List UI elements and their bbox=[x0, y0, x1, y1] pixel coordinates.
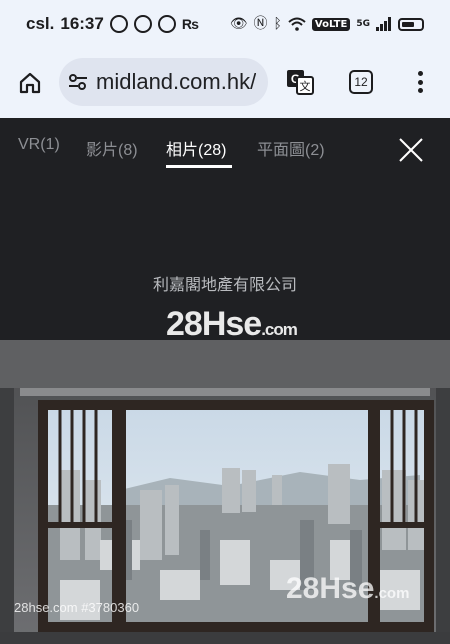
watermark-logo-secondary-suffix: .com bbox=[374, 585, 410, 602]
watermark-logo-main: 28Hse bbox=[166, 305, 262, 343]
url-text: midland.com.hk/ bbox=[96, 69, 257, 94]
tab-switcher-button[interactable]: 12 bbox=[349, 70, 373, 94]
tab-photos[interactable]: 相片(28) bbox=[166, 136, 226, 160]
watermark-logo-suffix: .com bbox=[261, 320, 298, 339]
watermark-logo-secondary-main: 28Hse bbox=[286, 572, 375, 605]
network-type: 5G bbox=[356, 19, 370, 29]
app-notification-icon bbox=[157, 15, 176, 33]
browser-toolbar: midland.com.hk/ G 文 12 bbox=[0, 52, 450, 118]
bluetooth-icon: ᛒ bbox=[273, 16, 282, 32]
watermark-listing-ref: 28hse.com #3780360 bbox=[14, 600, 140, 615]
home-button[interactable] bbox=[14, 67, 46, 99]
currency-icon: ₨ bbox=[181, 16, 199, 32]
status-left: csl. 16:37 ₨ bbox=[26, 14, 199, 34]
agency-name: 利嘉閣地產有限公司 bbox=[152, 275, 297, 294]
close-button[interactable] bbox=[398, 137, 424, 163]
chrome-icon bbox=[133, 15, 152, 33]
gallery-tabs: VR(1) 影片(8) 相片(28) 平面圖(2) bbox=[0, 118, 390, 174]
menu-dot-icon bbox=[417, 71, 423, 76]
status-right: 👁 Ⓝ ᛒ VoLTE 5G bbox=[230, 15, 424, 33]
translate-button[interactable]: G 文 bbox=[286, 68, 314, 96]
clock: 16:37 bbox=[60, 14, 104, 33]
active-tab-indicator bbox=[166, 165, 232, 168]
overflow-menu-button[interactable] bbox=[410, 68, 430, 96]
tab-floorplan[interactable]: 平面圖(2) bbox=[257, 136, 325, 160]
home-icon bbox=[19, 72, 41, 94]
address-bar[interactable]: midland.com.hk/ bbox=[59, 58, 268, 106]
battery-icon bbox=[398, 17, 424, 31]
signal-icon bbox=[376, 17, 391, 31]
status-bar: csl. 16:37 ₨ 👁 Ⓝ ᛒ VoLTE 5G bbox=[0, 0, 450, 52]
menu-dot-icon bbox=[417, 79, 423, 85]
close-icon bbox=[399, 138, 423, 162]
whatsapp-icon bbox=[109, 15, 128, 33]
tab-vr[interactable]: VR(1) bbox=[18, 136, 60, 154]
watermark-logo-secondary: 28Hse.com bbox=[286, 572, 409, 606]
watermark-logo: 28Hse.com bbox=[166, 305, 298, 344]
eye-icon: 👁 bbox=[229, 16, 248, 32]
site-settings-icon[interactable] bbox=[68, 72, 88, 92]
translate-icon: G 文 bbox=[287, 70, 314, 95]
carrier-label: csl. bbox=[26, 14, 55, 33]
menu-dot-icon bbox=[417, 88, 423, 93]
wifi-icon bbox=[288, 17, 306, 31]
svg-text:文: 文 bbox=[300, 79, 311, 93]
nfc-icon: Ⓝ bbox=[253, 16, 268, 32]
tab-video[interactable]: 影片(8) bbox=[86, 136, 138, 160]
volte-badge: VoLTE bbox=[311, 17, 351, 31]
